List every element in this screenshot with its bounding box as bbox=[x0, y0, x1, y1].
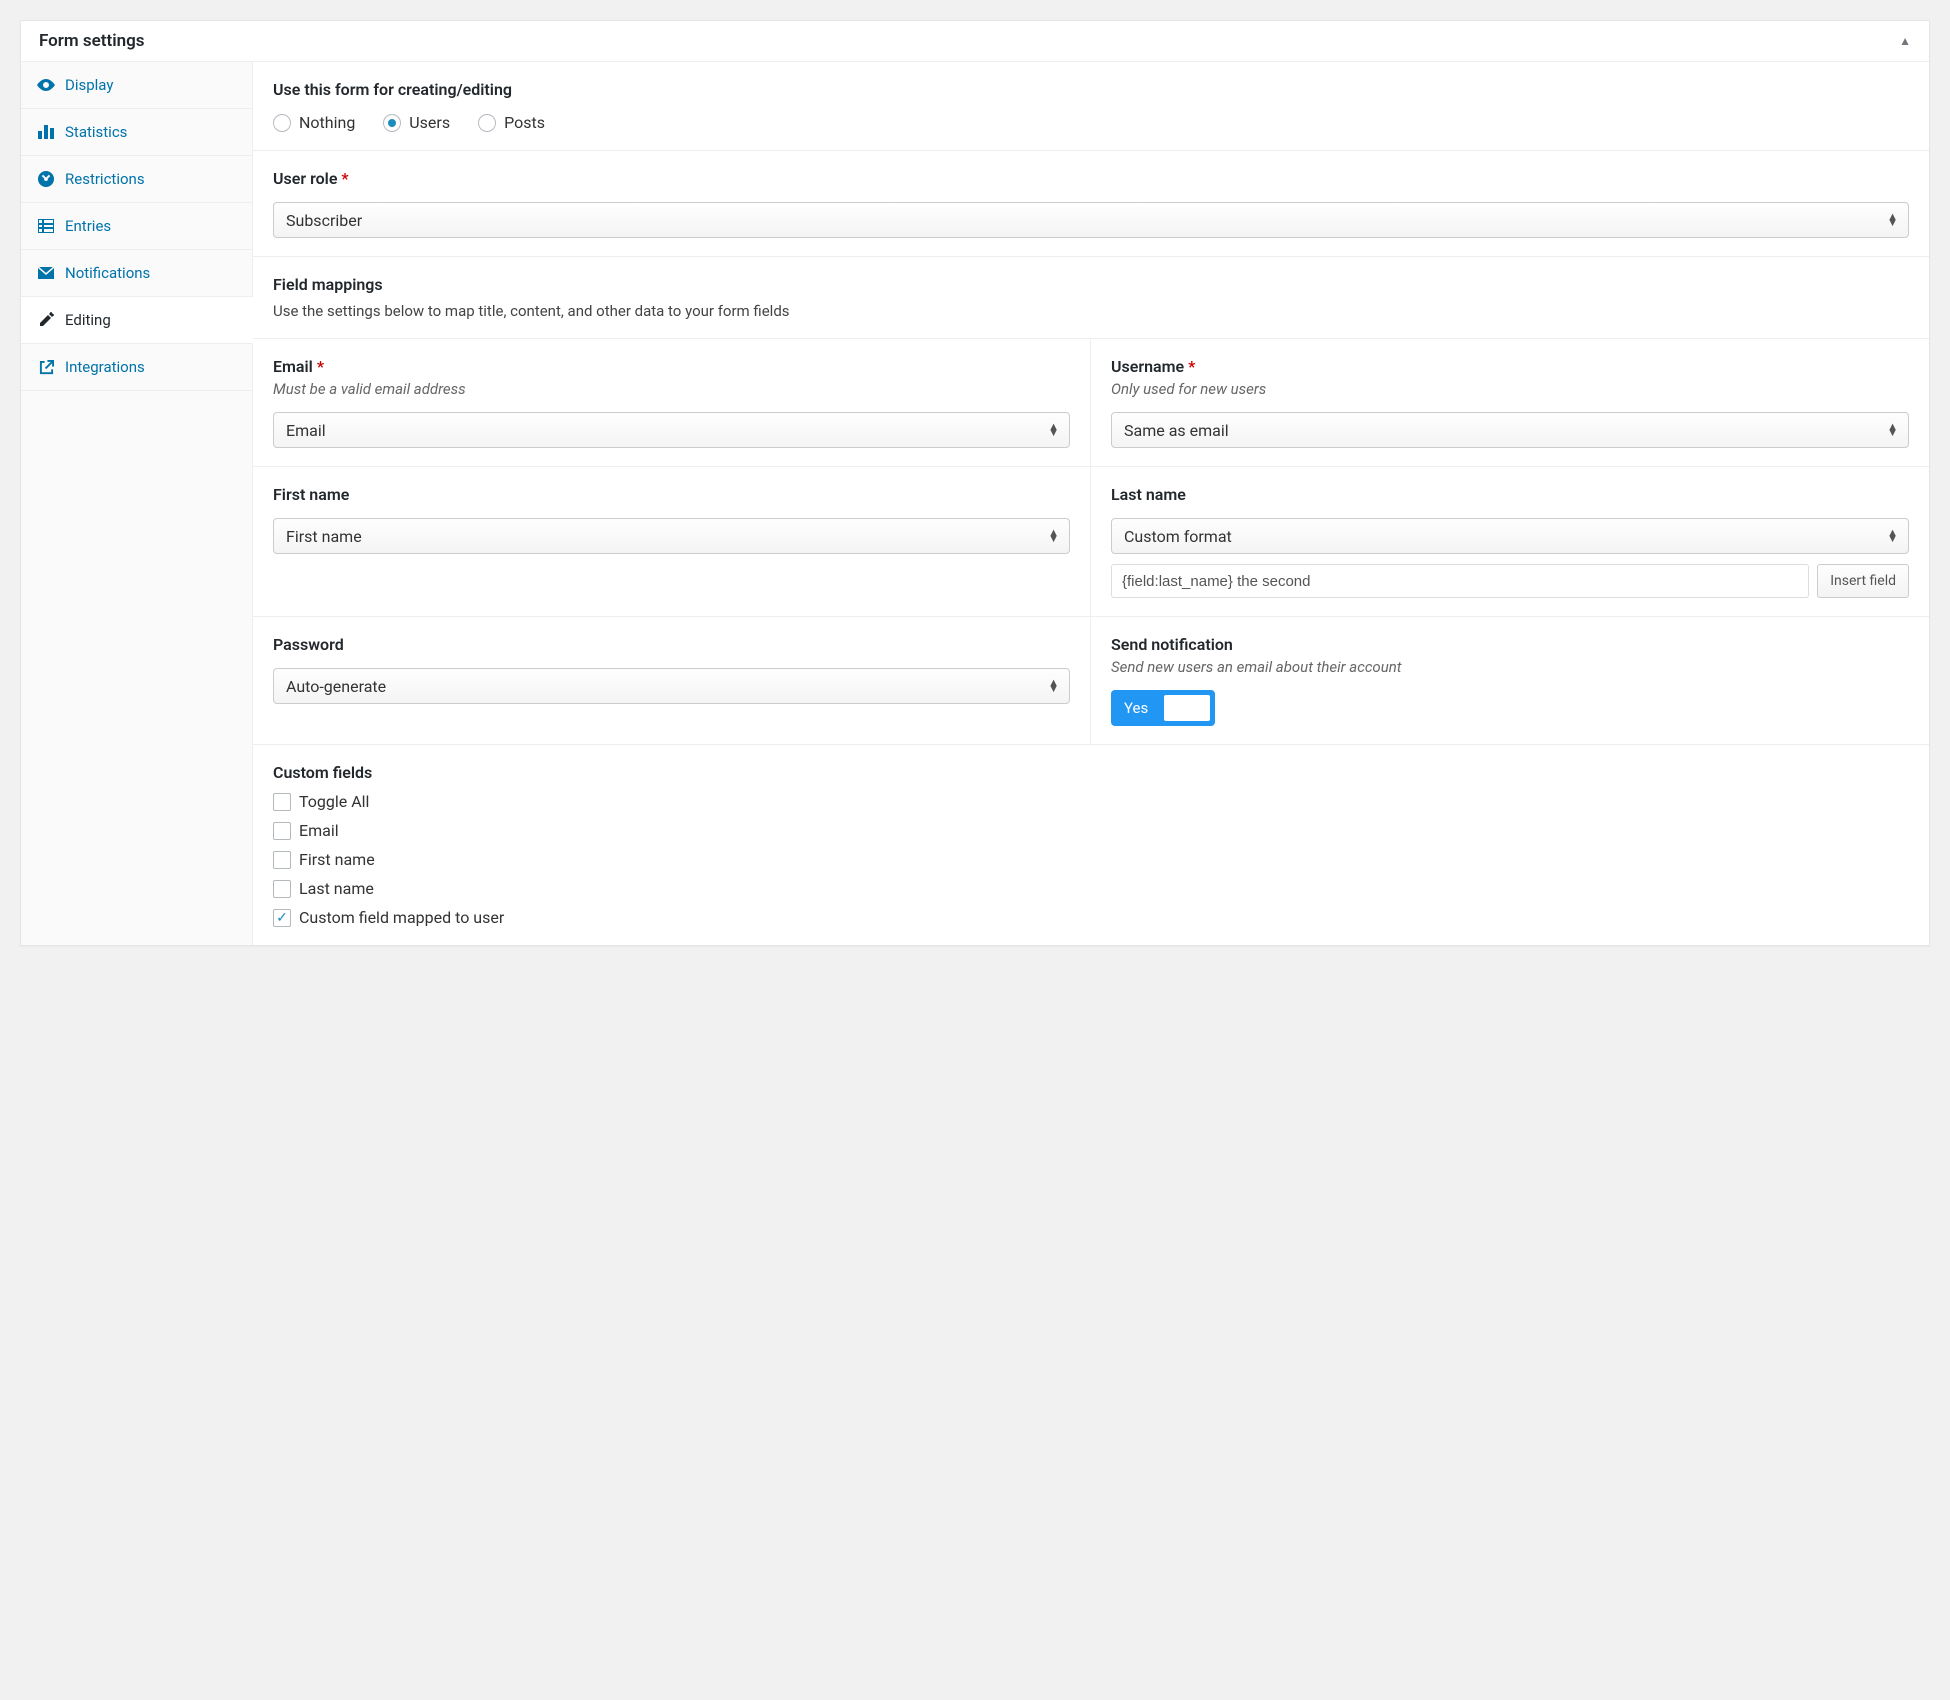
custom-fields-title: Custom fields bbox=[273, 763, 1909, 782]
radio-label: Nothing bbox=[299, 113, 355, 132]
firstname-title: First name bbox=[273, 485, 1070, 504]
checkbox-custom-mapped[interactable]: ✓ Custom field mapped to user bbox=[273, 908, 1909, 927]
notification-hint: Send new users an email about their acco… bbox=[1111, 658, 1909, 676]
lastname-title: Last name bbox=[1111, 485, 1909, 504]
table-icon bbox=[37, 219, 55, 233]
caret-icon: ▲▼ bbox=[1887, 530, 1898, 542]
notification-cell: Send notification Send new users an emai… bbox=[1091, 617, 1929, 745]
field-mappings-section: Field mappings Use the settings below to… bbox=[253, 257, 1929, 339]
select-value: Custom format bbox=[1124, 527, 1232, 546]
toggle-label: Yes bbox=[1114, 699, 1158, 717]
caret-icon: ▲▼ bbox=[1887, 424, 1898, 436]
sidebar-item-label: Integrations bbox=[65, 358, 145, 376]
bar-chart-icon bbox=[37, 125, 55, 139]
email-select[interactable]: Email ▲▼ bbox=[273, 412, 1070, 448]
mail-icon bbox=[37, 267, 55, 279]
custom-fields-section: Custom fields Toggle All Email First nam… bbox=[253, 745, 1929, 945]
checkbox-toggle-all[interactable]: Toggle All bbox=[273, 792, 1909, 811]
password-cell: Password Auto-generate ▲▼ bbox=[253, 617, 1091, 745]
panel-header[interactable]: Form settings ▲ bbox=[21, 21, 1929, 62]
lastname-custom-input[interactable] bbox=[1111, 564, 1809, 598]
sidebar-item-restrictions[interactable]: Restrictions bbox=[21, 156, 252, 203]
main-content: Use this form for creating/editing Nothi… bbox=[253, 62, 1929, 945]
select-value: First name bbox=[286, 527, 362, 546]
notification-toggle[interactable]: Yes bbox=[1111, 690, 1215, 726]
toggle-handle-icon bbox=[1164, 695, 1210, 721]
caret-icon: ▲▼ bbox=[1048, 680, 1059, 692]
sidebar-item-statistics[interactable]: Statistics bbox=[21, 109, 252, 156]
sidebar-item-label: Editing bbox=[65, 311, 111, 329]
username-select[interactable]: Same as email ▲▼ bbox=[1111, 412, 1909, 448]
checkbox-label: Email bbox=[299, 821, 339, 840]
insert-field-button[interactable]: Insert field bbox=[1817, 564, 1909, 598]
sidebar-item-label: Notifications bbox=[65, 264, 150, 282]
caret-icon: ▲▼ bbox=[1048, 530, 1059, 542]
block-icon bbox=[37, 171, 55, 187]
select-value: Subscriber bbox=[286, 211, 362, 230]
checkbox-email[interactable]: Email bbox=[273, 821, 1909, 840]
user-role-select[interactable]: Subscriber ▲▼ bbox=[273, 202, 1909, 238]
sidebar-item-editing[interactable]: Editing bbox=[21, 297, 253, 344]
checkbox-icon bbox=[273, 822, 291, 840]
eye-icon bbox=[37, 78, 55, 92]
caret-icon: ▲▼ bbox=[1887, 214, 1898, 226]
email-title: Email * bbox=[273, 357, 1070, 376]
select-value: Same as email bbox=[1124, 421, 1229, 440]
password-select[interactable]: Auto-generate ▲▼ bbox=[273, 668, 1070, 704]
sidebar-item-entries[interactable]: Entries bbox=[21, 203, 252, 250]
sidebar-item-label: Display bbox=[65, 76, 113, 94]
radio-icon bbox=[383, 114, 401, 132]
username-title: Username * bbox=[1111, 357, 1909, 376]
radio-label: Users bbox=[409, 113, 450, 132]
checkbox-lastname[interactable]: Last name bbox=[273, 879, 1909, 898]
radio-icon bbox=[478, 114, 496, 132]
select-value: Auto-generate bbox=[286, 677, 386, 696]
password-title: Password bbox=[273, 635, 1070, 654]
email-cell: Email * Must be a valid email address Em… bbox=[253, 339, 1091, 467]
checkbox-icon bbox=[273, 880, 291, 898]
radio-posts[interactable]: Posts bbox=[478, 113, 545, 132]
select-value: Email bbox=[286, 421, 326, 440]
form-settings-panel: Form settings ▲ Display Statistics Restr… bbox=[20, 20, 1930, 946]
firstname-select[interactable]: First name ▲▼ bbox=[273, 518, 1070, 554]
pencil-icon bbox=[37, 312, 55, 328]
lastname-cell: Last name Custom format ▲▼ Insert field bbox=[1091, 467, 1929, 617]
notification-title: Send notification bbox=[1111, 635, 1909, 654]
firstname-cell: First name First name ▲▼ bbox=[253, 467, 1091, 617]
sidebar-item-integrations[interactable]: Integrations bbox=[21, 344, 252, 391]
user-role-section: User role * Subscriber ▲▼ bbox=[253, 151, 1929, 257]
sidebar-item-notifications[interactable]: Notifications bbox=[21, 250, 252, 297]
radio-nothing[interactable]: Nothing bbox=[273, 113, 355, 132]
sidebar-item-label: Restrictions bbox=[65, 170, 145, 188]
checkbox-label: Last name bbox=[299, 879, 374, 898]
email-hint: Must be a valid email address bbox=[273, 380, 1070, 398]
radio-label: Posts bbox=[504, 113, 545, 132]
sidebar-item-label: Statistics bbox=[65, 123, 127, 141]
checkbox-icon bbox=[273, 851, 291, 869]
radio-users[interactable]: Users bbox=[383, 113, 450, 132]
checkbox-label: Toggle All bbox=[299, 792, 369, 811]
username-cell: Username * Only used for new users Same … bbox=[1091, 339, 1929, 467]
external-link-icon bbox=[37, 360, 55, 375]
checkbox-firstname[interactable]: First name bbox=[273, 850, 1909, 869]
checkbox-label: Custom field mapped to user bbox=[299, 908, 504, 927]
sidebar-item-display[interactable]: Display bbox=[21, 62, 252, 109]
checkbox-icon: ✓ bbox=[273, 909, 291, 927]
caret-icon: ▲▼ bbox=[1048, 424, 1059, 436]
radio-icon bbox=[273, 114, 291, 132]
lastname-select[interactable]: Custom format ▲▼ bbox=[1111, 518, 1909, 554]
user-role-title: User role * bbox=[273, 169, 1909, 188]
use-for-title: Use this form for creating/editing bbox=[273, 80, 1909, 99]
collapse-icon[interactable]: ▲ bbox=[1899, 34, 1911, 48]
checkbox-icon bbox=[273, 793, 291, 811]
sidebar: Display Statistics Restrictions Entries … bbox=[21, 62, 253, 945]
field-mappings-desc: Use the settings below to map title, con… bbox=[273, 302, 1909, 320]
use-for-section: Use this form for creating/editing Nothi… bbox=[253, 62, 1929, 151]
checkbox-label: First name bbox=[299, 850, 375, 869]
panel-title: Form settings bbox=[39, 31, 145, 51]
sidebar-item-label: Entries bbox=[65, 217, 111, 235]
username-hint: Only used for new users bbox=[1111, 380, 1909, 398]
field-mappings-title: Field mappings bbox=[273, 275, 1909, 294]
